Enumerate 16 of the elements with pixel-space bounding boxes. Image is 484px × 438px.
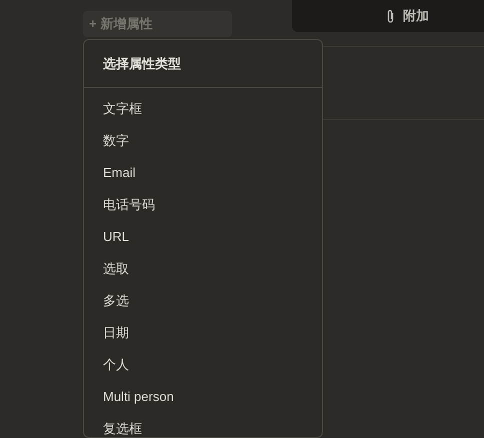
menu-item[interactable]: Email <box>84 157 322 189</box>
attach-button[interactable]: 附加 <box>386 6 429 26</box>
menu-item[interactable]: Multi person <box>84 381 322 413</box>
menu-item[interactable]: 选取 <box>84 253 322 285</box>
menu-item[interactable]: URL <box>84 221 322 253</box>
menu-item[interactable]: 日期 <box>84 317 322 349</box>
menu-item[interactable]: 复选框 <box>84 413 322 437</box>
menu-item[interactable]: 电话号码 <box>84 189 322 221</box>
paperclip-icon <box>386 8 395 24</box>
attach-label: 附加 <box>403 7 429 26</box>
plus-icon: + <box>89 14 97 34</box>
menu-item[interactable]: 文字框 <box>84 93 322 125</box>
menu-item[interactable]: 数字 <box>84 125 322 157</box>
menu-item[interactable]: 多选 <box>84 285 322 317</box>
menu-title: 选择属性类型 <box>84 40 322 88</box>
menu-item[interactable]: 个人 <box>84 349 322 381</box>
